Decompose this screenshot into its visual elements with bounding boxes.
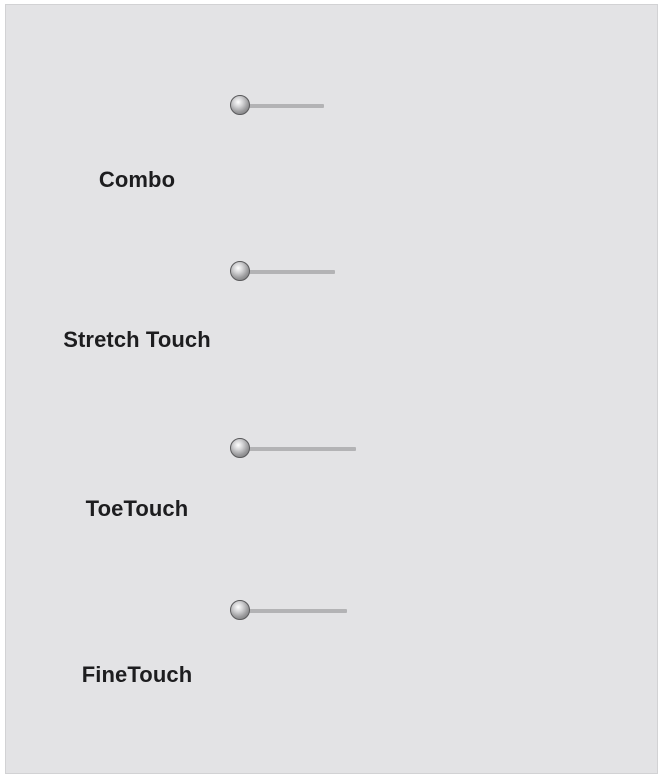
label-toetouch: ToeTouch: [85, 496, 189, 521]
label-finetouch: FineTouch: [81, 662, 193, 687]
slider-knob[interactable]: [230, 95, 250, 115]
slider-track: [242, 609, 347, 613]
slider-track: [242, 447, 356, 451]
slider-track: [242, 270, 335, 274]
panel: Combo Stretch Touch ToeTouch FineTouch: [5, 4, 658, 774]
slider-track: [242, 104, 324, 108]
label-combo: Combo: [98, 167, 176, 192]
slider-knob[interactable]: [230, 261, 250, 281]
slider-knob[interactable]: [230, 438, 250, 458]
slider-knob[interactable]: [230, 600, 250, 620]
label-stretch-touch: Stretch Touch: [63, 327, 211, 352]
